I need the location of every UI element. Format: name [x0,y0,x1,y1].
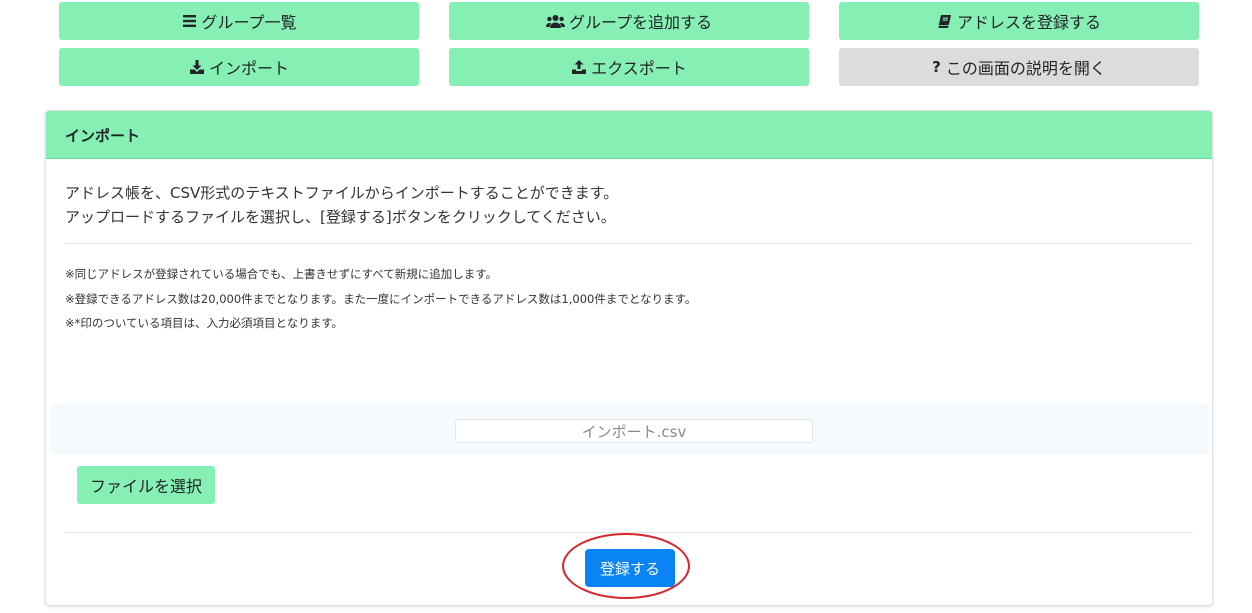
register-address-label: アドレスを登録する [956,13,1101,32]
register-address-button[interactable]: アドレスを登録する [839,2,1199,40]
divider [65,532,1193,533]
description-line: アドレス帳を、CSV形式のテキストファイルからインポートすることができます。 [65,184,619,202]
selected-file-name: インポート.csv [455,419,813,443]
group-list-label: グループ一覧 [201,13,297,32]
register-submit-button[interactable]: 登録する [585,549,675,587]
users-icon [545,13,565,29]
divider [65,243,1193,244]
question-icon: ? [932,58,941,76]
help-label: この画面の説明を開く [945,59,1106,78]
list-icon [181,13,197,29]
group-list-button[interactable]: グループ一覧 [59,2,419,40]
notes: ※同じアドレスが登録されている場合でも、上書きせずにすべて新規に追加します。 ※… [65,262,696,336]
note-item: ※*印のついている項目は、入力必須項目となります。 [65,316,344,330]
import-button[interactable]: インポート [59,48,419,86]
import-label: インポート [208,59,289,78]
description-line: アップロードするファイルを選択し、[登録する]ボタンをクリックしてください。 [65,208,616,226]
description: アドレス帳を、CSV形式のテキストファイルからインポートすることができます。 ア… [65,181,618,229]
note-item: ※同じアドレスが登録されている場合でも、上書きせずにすべて新規に追加します。 [65,267,498,281]
select-file-button[interactable]: ファイルを選択 [77,466,215,504]
help-button[interactable]: ? この画面の説明を開く [839,48,1199,86]
download-icon [189,59,205,75]
card-title: インポート [65,127,141,145]
import-card: インポート アドレス帳を、CSV形式のテキストファイルからインポートすることがで… [45,110,1213,606]
file-drop-zone[interactable]: インポート.csv [51,404,1209,454]
upload-icon [571,59,587,75]
export-button[interactable]: エクスポート [449,48,809,86]
book-icon [937,13,953,29]
add-group-label: グループを追加する [568,13,713,32]
nav-button-grid: グループ一覧 グループを追加する アドレスを登録する インポート エクスポート … [59,2,1199,86]
card-header: インポート [46,111,1212,159]
note-item: ※登録できるアドレス数は20,000件までとなります。また一度にインポートできる… [65,291,697,306]
add-group-button[interactable]: グループを追加する [449,2,809,40]
export-label: エクスポート [591,59,687,78]
